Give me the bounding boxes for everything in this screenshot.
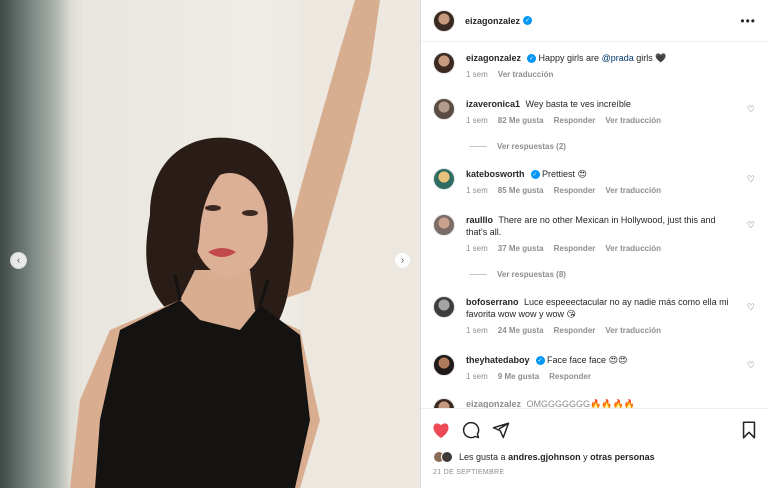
comment-username[interactable]: bofoserrano xyxy=(466,297,519,307)
photo-figure xyxy=(70,0,420,488)
commenter-avatar[interactable] xyxy=(433,398,455,408)
action-bar xyxy=(431,419,759,441)
heart-outline-icon[interactable]: ♡ xyxy=(747,360,755,371)
comment-likes[interactable]: 85 Me gusta xyxy=(498,186,544,195)
comment-username[interactable]: eizagonzalez xyxy=(466,399,521,408)
heart-outline-icon[interactable]: ♡ xyxy=(747,104,755,115)
heart-outline-icon[interactable]: ♡ xyxy=(747,220,755,231)
comment-icon[interactable] xyxy=(461,420,481,440)
caption-avatar[interactable] xyxy=(433,52,455,74)
translate-button[interactable]: Ver traducción xyxy=(605,244,661,253)
translate-button[interactable]: Ver traducción xyxy=(605,186,661,195)
chevron-right-icon[interactable]: › xyxy=(394,252,411,269)
comment-time[interactable]: 1 sem xyxy=(466,186,488,195)
comment-item: theyhatedaboy ✓ Face face face 😍😍 1 sem 9… xyxy=(433,354,763,381)
verified-icon: ✓ xyxy=(527,54,537,64)
comment-item: raulllo There are no other Mexican in Ho… xyxy=(433,214,763,253)
reply-button[interactable]: Responder xyxy=(554,326,596,335)
comment-item: katebosworth ✓ Prettiest 😍 1 sem 85 Me gu… xyxy=(433,168,763,195)
post-side-panel: eizagonzalez ✓ ••• eizagonzalez ✓ Happy g… xyxy=(420,0,768,488)
view-replies-label: Ver respuestas (2) xyxy=(497,142,566,151)
post-actions: Les gusta a andres.gjohnson y otras pers… xyxy=(421,408,768,488)
post-header: eizagonzalez ✓ ••• xyxy=(421,0,768,42)
reply-button[interactable]: Responder xyxy=(554,244,596,253)
post-photo[interactable]: ‹ › xyxy=(0,0,420,488)
caption-text: Happy girls are xyxy=(538,53,600,63)
translate-button[interactable]: Ver traducción xyxy=(605,326,661,335)
reply-button[interactable]: Responder xyxy=(549,372,591,381)
comments-list[interactable]: eizagonzalez ✓ Happy girls are @prada gir… xyxy=(421,42,768,408)
header-username[interactable]: eizagonzalez xyxy=(465,16,520,26)
liked-others[interactable]: otras personas xyxy=(590,452,655,462)
caption-translate[interactable]: Ver traducción xyxy=(498,70,554,79)
more-icon[interactable]: ••• xyxy=(740,14,756,28)
comment-item-partial: eizagonzalez OMGGGGGGG🔥🔥🔥🔥 xyxy=(433,398,763,408)
liker-avatar xyxy=(441,451,453,463)
comment-time[interactable]: 1 sem xyxy=(466,116,488,125)
liked-user[interactable]: andres.gjohnson xyxy=(508,452,581,462)
liker-avatars xyxy=(433,451,453,463)
commenter-avatar[interactable] xyxy=(433,296,455,318)
view-replies-label: Ver respuestas (8) xyxy=(497,270,566,279)
replies-divider xyxy=(469,146,487,147)
comment-likes[interactable]: 9 Me gusta xyxy=(498,372,539,381)
comment-likes[interactable]: 37 Me gusta xyxy=(498,244,544,253)
view-replies-button[interactable]: Ver respuestas (8) xyxy=(469,270,566,279)
comment-likes[interactable]: 82 Me gusta xyxy=(498,116,544,125)
bookmark-icon[interactable] xyxy=(739,420,759,440)
comment-username[interactable]: katebosworth xyxy=(466,169,525,179)
chevron-left-icon[interactable]: ‹ xyxy=(10,252,27,269)
author-avatar[interactable] xyxy=(433,9,455,32)
comment-time[interactable]: 1 sem xyxy=(466,372,488,381)
liked-prefix: Les gusta a xyxy=(459,452,506,462)
caption-username[interactable]: eizagonzalez xyxy=(466,53,521,63)
commenter-avatar[interactable] xyxy=(433,98,455,120)
heart-filled-icon[interactable] xyxy=(431,420,451,440)
comment-text: Face face face 😍😍 xyxy=(547,355,628,365)
comment-time[interactable]: 1 sem xyxy=(466,326,488,335)
share-icon[interactable] xyxy=(491,420,511,440)
comment-item: izaveronica1 Wey basta te ves increíble … xyxy=(433,98,763,125)
commenter-avatar[interactable] xyxy=(433,168,455,190)
comment-username[interactable]: raulllo xyxy=(466,215,493,225)
comment-text: Wey basta te ves increíble xyxy=(525,99,631,109)
verified-icon: ✓ xyxy=(535,356,545,366)
view-replies-button[interactable]: Ver respuestas (2) xyxy=(469,142,566,151)
liked-and: y xyxy=(583,452,588,462)
post-date[interactable]: 21 DE SEPTIEMBRE xyxy=(433,469,504,476)
translate-button[interactable]: Ver traducción xyxy=(605,116,661,125)
caption: eizagonzalez ✓ Happy girls are @prada gir… xyxy=(433,52,763,79)
comment-time[interactable]: 1 sem xyxy=(466,244,488,253)
verified-icon: ✓ xyxy=(530,170,540,180)
reply-button[interactable]: Responder xyxy=(554,116,596,125)
caption-time[interactable]: 1 sem xyxy=(466,70,488,79)
comment-username[interactable]: izaveronica1 xyxy=(466,99,520,109)
heart-outline-icon[interactable]: ♡ xyxy=(747,302,755,313)
comment-text: Prettiest 😍 xyxy=(542,169,587,179)
comment-text: OMGGGGGGG🔥🔥🔥🔥 xyxy=(526,399,635,408)
likes-summary[interactable]: Les gusta a andres.gjohnson y otras pers… xyxy=(433,451,655,463)
commenter-avatar[interactable] xyxy=(433,354,455,376)
comment-text: There are no other Mexican in Hollywood,… xyxy=(466,215,716,237)
verified-icon: ✓ xyxy=(523,16,533,25)
commenter-avatar[interactable] xyxy=(433,214,455,236)
comment-likes[interactable]: 24 Me gusta xyxy=(498,326,544,335)
heart-outline-icon[interactable]: ♡ xyxy=(747,174,755,185)
replies-divider xyxy=(469,274,487,275)
comment-username[interactable]: theyhatedaboy xyxy=(466,355,530,365)
caption-mention[interactable]: @prada xyxy=(602,53,634,63)
caption-text-end: girls 🖤 xyxy=(636,53,667,63)
comment-item: bofoserrano Luce espeeectacular no ay na… xyxy=(433,296,763,335)
reply-button[interactable]: Responder xyxy=(554,186,596,195)
